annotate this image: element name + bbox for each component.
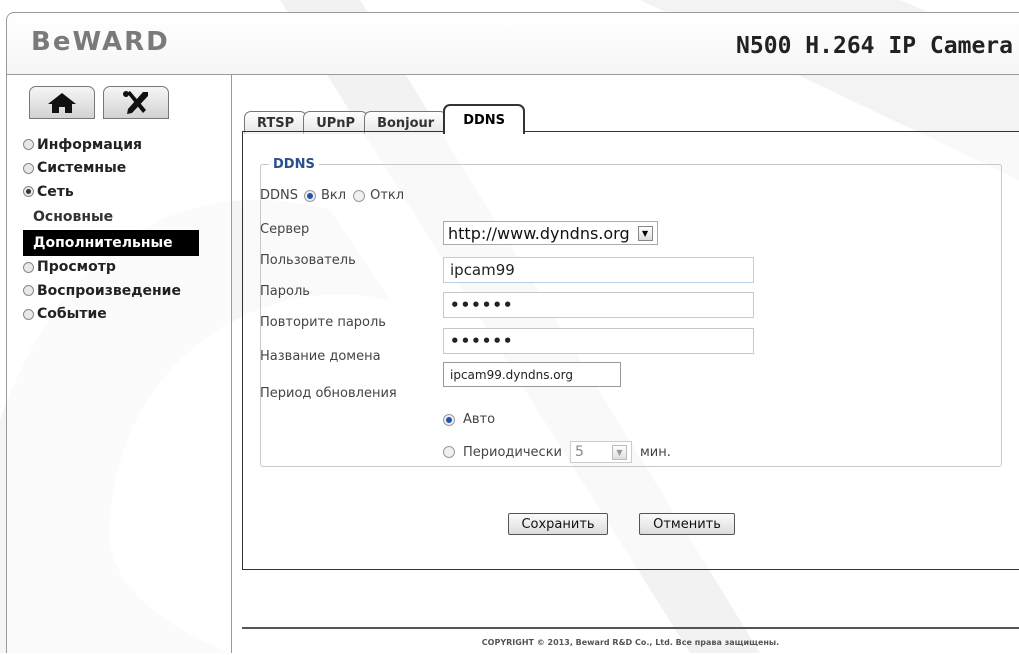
- radio-indicator: [23, 139, 34, 151]
- repeat-password-label: Повторите пароль: [260, 315, 386, 330]
- repeat-password-row: Повторите пароль: [260, 315, 436, 330]
- menu-item-playback[interactable]: Воспроизведение: [23, 279, 199, 303]
- radio-indicator: [23, 285, 34, 297]
- server-select[interactable]: http://www.dyndns.org ▼: [443, 221, 658, 245]
- ddns-off-radio[interactable]: [353, 189, 366, 202]
- radio-indicator: [23, 186, 34, 198]
- auto-label: Авто: [463, 412, 496, 427]
- ddns-on-radio[interactable]: [304, 189, 316, 202]
- user-label: Пользователь: [260, 253, 356, 268]
- home-icon: [48, 92, 76, 113]
- server-row: Сервер: [260, 222, 436, 237]
- menu-label: Системные: [37, 160, 127, 177]
- ddns-off-label: Откл: [370, 188, 405, 203]
- menu-item-network[interactable]: Сеть: [23, 180, 199, 204]
- tab-bar: RTSP UPnP Bonjour DDNS: [244, 104, 526, 134]
- ddns-on-label: Вкл: [321, 188, 347, 203]
- save-button[interactable]: Сохранить: [508, 513, 608, 535]
- server-value: http://www.dyndns.org: [448, 223, 630, 243]
- beward-logo: BeWARD: [31, 27, 170, 57]
- user-input[interactable]: ipcam99: [443, 257, 754, 283]
- periodic-option: Периодически 5 ▼ мин.: [443, 441, 671, 463]
- app-header: BeWARD N500 H.264 IP Camera: [6, 12, 1019, 75]
- chevron-down-icon[interactable]: ▼: [637, 225, 653, 241]
- domain-row: Название домена: [260, 349, 436, 364]
- tools-icon: [123, 90, 148, 114]
- radio-indicator: [23, 308, 34, 320]
- main-content: RTSP UPnP Bonjour DDNS DDNS DDNS Вкл Отк…: [232, 75, 1019, 653]
- auto-radio[interactable]: [443, 413, 455, 426]
- domain-label: Название домена: [260, 349, 381, 364]
- ddns-panel: DDNS DDNS Вкл Откл Сервер http://www.dyn…: [242, 131, 1019, 570]
- menu-label: Событие: [37, 306, 107, 323]
- domain-input[interactable]: ipcam99.dyndns.org: [443, 362, 621, 387]
- cancel-button[interactable]: Отменить: [639, 513, 735, 535]
- menu-item-event[interactable]: Событие: [23, 303, 199, 327]
- menu-item-view[interactable]: Просмотр: [23, 256, 199, 280]
- periodic-select[interactable]: 5 ▼: [570, 441, 632, 463]
- menu-item-info[interactable]: Информация: [23, 133, 199, 157]
- chevron-down-icon[interactable]: ▼: [612, 444, 627, 460]
- auto-option: Авто: [443, 412, 495, 427]
- ddns-enable-row: DDNS Вкл Откл: [260, 188, 404, 203]
- periodic-value: 5: [575, 444, 584, 460]
- server-label: Сервер: [260, 222, 310, 237]
- menu-label: Воспроизведение: [37, 282, 181, 299]
- settings-button[interactable]: [103, 86, 169, 119]
- minutes-unit: мин.: [640, 444, 671, 460]
- product-title: N500 H.264 IP Camera: [736, 33, 1013, 59]
- password-input[interactable]: ••••••: [443, 292, 754, 318]
- update-period-label: Период обновления: [260, 386, 397, 401]
- user-row: Пользователь: [260, 253, 436, 268]
- tab-ddns[interactable]: DDNS: [443, 104, 526, 134]
- radio-indicator: [23, 261, 34, 273]
- ddns-enable-label: DDNS: [260, 188, 298, 203]
- submenu-item-advanced[interactable]: Дополнительные: [23, 229, 199, 256]
- password-label: Пароль: [260, 284, 310, 299]
- menu-item-system[interactable]: Системные: [23, 157, 199, 181]
- settings-menu: Информация Системные Сеть Основные Допол…: [23, 133, 199, 326]
- menu-label: Просмотр: [37, 259, 116, 276]
- sidebar: Информация Системные Сеть Основные Допол…: [6, 75, 232, 653]
- footer-copyright: COPYRIGHT © 2013, Beward R&D Co., Ltd. В…: [242, 627, 1019, 655]
- fieldset-legend: DDNS: [273, 157, 315, 172]
- home-button[interactable]: [29, 86, 95, 119]
- repeat-password-input[interactable]: ••••••: [443, 328, 754, 354]
- submenu-item-basic[interactable]: Основные: [23, 204, 199, 230]
- menu-label: Информация: [37, 136, 142, 153]
- password-row: Пароль: [260, 284, 436, 299]
- periodic-radio[interactable]: [443, 446, 455, 458]
- radio-indicator: [23, 162, 34, 174]
- update-period-row: Период обновления: [260, 386, 436, 401]
- periodic-label: Периодически: [463, 444, 562, 460]
- menu-label: Сеть: [37, 183, 74, 200]
